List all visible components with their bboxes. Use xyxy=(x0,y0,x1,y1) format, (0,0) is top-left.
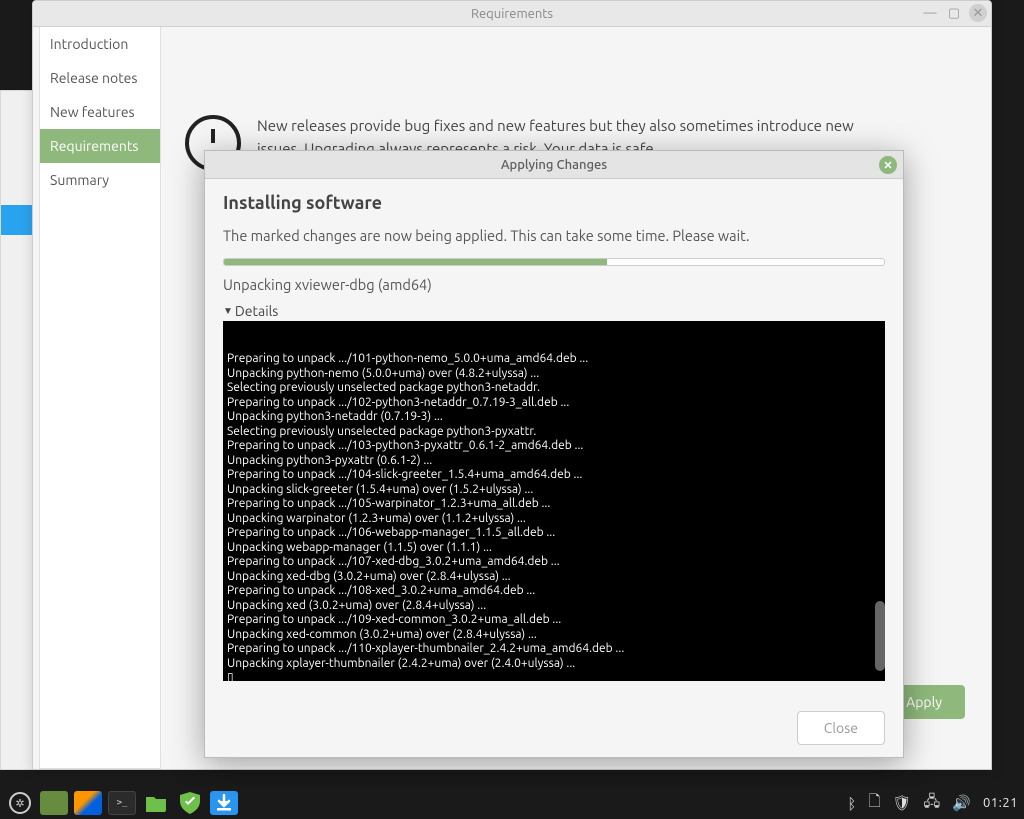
sidebar-item-summary[interactable]: Summary xyxy=(40,163,160,197)
dialog-message: The marked changes are now being applied… xyxy=(223,227,885,244)
firefox-icon[interactable] xyxy=(74,791,102,815)
terminal-icon[interactable]: >_ xyxy=(108,791,136,815)
taskbar[interactable]: ✲ >_ ᛒ 🗋 🛡 🖧 🔊 01:21 xyxy=(0,787,1024,819)
close-icon[interactable]: ✕ xyxy=(969,4,987,22)
details-label-text: Details xyxy=(235,303,278,319)
sidebar-item-requirements[interactable]: Requirements xyxy=(40,129,160,163)
sidebar-item-introduction[interactable]: Introduction xyxy=(40,27,160,61)
dialog-title: Applying Changes xyxy=(501,158,607,172)
dialog-close-button[interactable]: Close xyxy=(797,711,885,745)
clock[interactable]: 01:21 xyxy=(983,796,1018,810)
bluetooth-icon[interactable]: ᛒ xyxy=(847,795,856,812)
battery-icon[interactable]: 🗋 xyxy=(868,791,880,816)
dialog-heading: Installing software xyxy=(223,193,885,213)
terminal-text: Preparing to unpack .../101-python-nemo_… xyxy=(227,352,881,681)
progress-bar xyxy=(223,258,885,266)
dialog-close-icon[interactable]: ✕ xyxy=(879,156,897,174)
window-titlebar[interactable]: Requirements — ▢ ✕ xyxy=(33,1,991,27)
download-icon[interactable] xyxy=(210,791,238,815)
chevron-down-icon: ▼ xyxy=(223,305,233,317)
show-desktop-icon[interactable] xyxy=(40,791,68,815)
network-icon[interactable]: 🖧 xyxy=(924,791,941,816)
window-title: Requirements xyxy=(471,7,553,21)
shield-icon[interactable] xyxy=(176,791,204,815)
scrollbar-thumb[interactable] xyxy=(875,601,885,671)
start-menu-icon[interactable]: ✲ xyxy=(6,791,34,815)
security-tray-icon[interactable]: 🛡 xyxy=(893,794,912,812)
sidebar-item-label: Introduction xyxy=(50,36,128,52)
sidebar: Introduction Release notes New features … xyxy=(39,27,161,769)
progress-bar-fill xyxy=(224,259,607,265)
sidebar-item-label: Release notes xyxy=(50,70,138,86)
terminal-scrollbar[interactable] xyxy=(875,321,885,681)
file-manager-icon[interactable] xyxy=(142,791,170,815)
sidebar-item-new-features[interactable]: New features xyxy=(40,95,160,129)
dialog-titlebar[interactable]: Applying Changes ✕ xyxy=(205,151,903,179)
sidebar-item-release-notes[interactable]: Release notes xyxy=(40,61,160,95)
sidebar-item-label: New features xyxy=(50,104,135,120)
minimize-icon[interactable]: — xyxy=(921,4,939,22)
progress-status-text: Unpacking xviewer-dbg (amd64) xyxy=(223,276,885,293)
volume-icon[interactable]: 🔊 xyxy=(952,794,971,812)
maximize-icon[interactable]: ▢ xyxy=(945,4,963,22)
applying-changes-dialog: Applying Changes ✕ Installing software T… xyxy=(204,150,904,758)
details-toggle[interactable]: ▼ Details xyxy=(223,303,885,319)
sidebar-item-label: Summary xyxy=(50,172,109,188)
terminal-output[interactable]: Preparing to unpack .../101-python-nemo_… xyxy=(223,321,885,681)
sidebar-item-label: Requirements xyxy=(50,138,138,154)
